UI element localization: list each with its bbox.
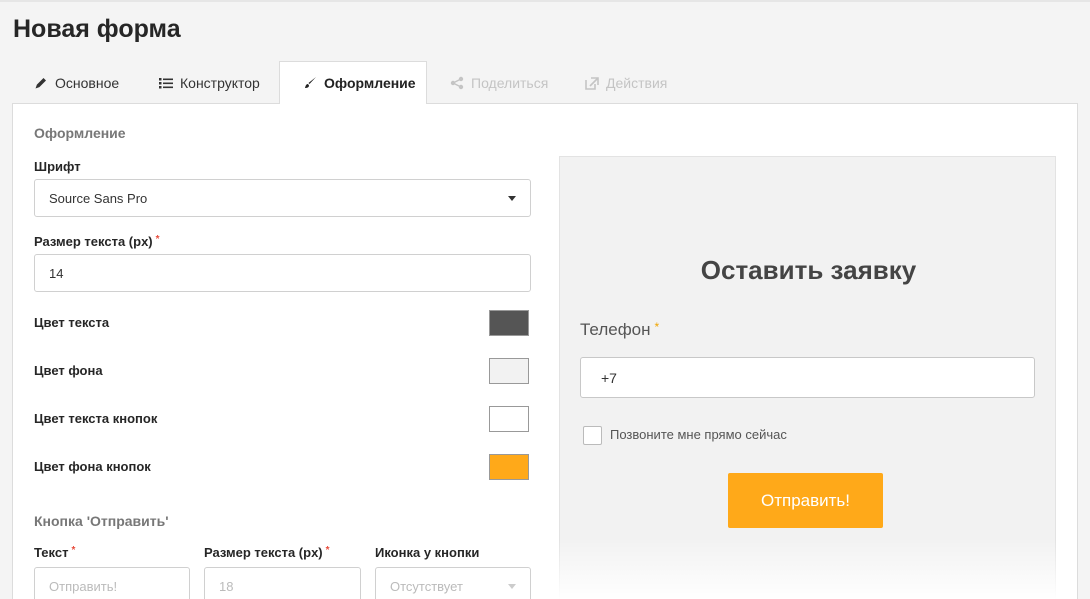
- submit-size-placeholder: 18: [219, 578, 234, 594]
- preview-title: Оставить заявку: [700, 255, 917, 285]
- chevron-down-icon: [508, 196, 516, 201]
- required-mark: *: [155, 234, 160, 245]
- phone-label-text: Телефон: [580, 320, 651, 339]
- tab-label: Поделиться: [471, 74, 549, 91]
- font-select-value: Source Sans Pro: [49, 190, 148, 206]
- submit-section-title: Кнопка 'Отправить': [34, 513, 169, 529]
- tab-label: Оформление: [324, 75, 416, 91]
- button-text-color-swatch[interactable]: [489, 406, 529, 432]
- submit-size-label: Размер текста (px) *: [204, 545, 330, 560]
- design-section-title: Оформление: [34, 125, 126, 141]
- callback-label: Позвоните мне прямо сейчас: [610, 427, 787, 442]
- tab-bar: Основное Конструктор Оформление Поделить…: [12, 61, 1078, 104]
- submit-text-label-text: Текст: [34, 545, 69, 560]
- submit-size-input[interactable]: 18: [204, 567, 361, 599]
- bg-color-label: Цвет фона: [34, 363, 103, 378]
- external-link-icon: [585, 76, 599, 90]
- submit-button[interactable]: Отправить!: [728, 473, 883, 528]
- button-bg-color-swatch[interactable]: [489, 454, 529, 480]
- brush-icon: [303, 76, 317, 90]
- font-select[interactable]: Source Sans Pro: [34, 179, 531, 217]
- tab-constructor[interactable]: Конструктор: [159, 61, 260, 104]
- design-panel: Оформление Шрифт Source Sans Pro Размер …: [12, 103, 1078, 599]
- top-border: [0, 0, 1090, 2]
- text-color-label: Цвет текста: [34, 315, 110, 330]
- text-size-input[interactable]: 14: [34, 254, 531, 292]
- tab-label: Основное: [55, 74, 120, 91]
- bg-color-swatch[interactable]: [489, 358, 529, 384]
- button-bg-color-label: Цвет фона кнопок: [34, 459, 151, 474]
- submit-icon-value: Отсутствует: [390, 578, 463, 594]
- text-size-value: 14: [49, 265, 64, 281]
- submit-icon-select[interactable]: Отсутствует: [375, 567, 531, 599]
- tab-label: Действия: [606, 74, 668, 91]
- tab-design[interactable]: Оформление: [279, 61, 427, 104]
- tab-share[interactable]: Поделиться: [450, 61, 548, 104]
- pencil-icon: [34, 76, 48, 90]
- phone-label: Телефон *: [580, 320, 659, 340]
- text-size-label: Размер текста (px) *: [34, 234, 160, 249]
- share-icon: [450, 76, 464, 90]
- button-text-color-label: Цвет текста кнопок: [34, 411, 158, 426]
- submit-size-label-text: Размер текста (px): [204, 545, 323, 560]
- tab-main[interactable]: Основное: [34, 61, 119, 104]
- phone-input[interactable]: +7: [580, 357, 1035, 398]
- submit-text-label: Текст *: [34, 545, 75, 560]
- preview-fade: [559, 540, 1056, 599]
- text-size-label-text: Размер текста (px): [34, 234, 153, 249]
- text-color-swatch[interactable]: [489, 310, 529, 336]
- required-mark: *: [71, 545, 76, 556]
- chevron-down-icon: [508, 584, 516, 589]
- submit-text-input[interactable]: Отправить!: [34, 567, 190, 599]
- callback-checkbox[interactable]: [583, 426, 602, 445]
- page-title: Новая форма: [13, 15, 181, 43]
- list-icon: [159, 76, 173, 90]
- tab-label: Конструктор: [180, 74, 260, 91]
- submit-icon-label: Иконка у кнопки: [375, 545, 480, 560]
- font-label: Шрифт: [34, 159, 81, 174]
- tab-actions[interactable]: Действия: [585, 61, 667, 104]
- phone-value: +7: [601, 369, 617, 386]
- form-preview: Оставить заявку Телефон * +7 Позвоните мн…: [559, 156, 1056, 599]
- required-mark: *: [654, 320, 660, 334]
- submit-text-placeholder: Отправить!: [49, 578, 118, 594]
- required-mark: *: [325, 545, 330, 556]
